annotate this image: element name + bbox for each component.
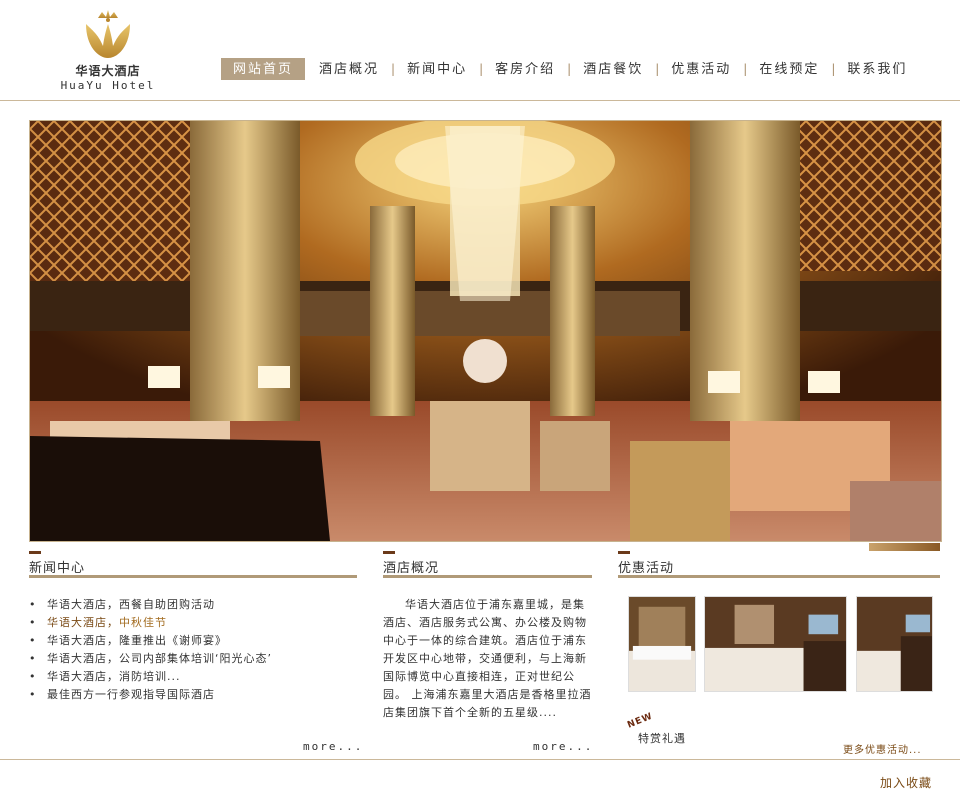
news-list: • 华语大酒店，西餐自助团购活动 • 华语大酒店，中秋佳节 • 华语大酒店，隆重推出《… (29, 596, 359, 704)
news-divider (29, 575, 357, 578)
promo-divider (618, 575, 940, 578)
news-item[interactable]: • 华语大酒店，中秋佳节 (29, 614, 359, 632)
new-badge: NEW (626, 711, 655, 731)
nav-contact[interactable]: 联系我们 (835, 58, 907, 80)
news-item[interactable]: • 华语大酒店，公司内部集体培训‘阳光心态’ (29, 650, 359, 668)
bullet-icon: • (29, 634, 37, 647)
about-divider (383, 575, 592, 578)
hero-lobby-photo (29, 120, 942, 542)
promo-more-link[interactable]: 更多优惠活动... (843, 741, 922, 756)
logo-name-en: HuaYu Hotel (60, 79, 156, 92)
room-photo[interactable] (856, 596, 933, 692)
promo-label[interactable]: 特赏礼遇 (638, 730, 686, 746)
lobby-illustration (30, 121, 941, 541)
about-section-title: 酒店概况 (383, 551, 439, 576)
about-more-link[interactable]: more... (533, 740, 593, 753)
nav-dining[interactable]: 酒店餐饮 (571, 58, 655, 80)
logo[interactable]: 华语大酒店 HuaYu Hotel (48, 8, 168, 92)
news-item[interactable]: • 华语大酒店，隆重推出《谢师宴》 (29, 632, 359, 650)
room-photo[interactable] (704, 596, 847, 692)
news-item[interactable]: • 最佳西方一行参观指导国际酒店 (29, 686, 359, 704)
nav-about[interactable]: 酒店概况 (307, 58, 391, 80)
bullet-icon: • (29, 652, 37, 665)
hero-slider-tab[interactable] (869, 543, 940, 551)
main-nav: 网站首页 酒店概况 | 新闻中心 | 客房介绍 | 酒店餐饮 | 优惠活动 | … (221, 58, 907, 80)
add-bookmark-link[interactable]: 加入收藏 (880, 774, 932, 791)
bullet-icon: • (29, 598, 37, 611)
bullet-icon: • (29, 616, 37, 629)
news-item[interactable]: • 华语大酒店，西餐自助团购活动 (29, 596, 359, 614)
footer-divider (0, 759, 960, 760)
nav-home[interactable]: 网站首页 (221, 58, 306, 80)
nav-rooms[interactable]: 客房介绍 (483, 58, 567, 80)
bullet-icon: • (29, 670, 37, 683)
site-header: 华语大酒店 HuaYu Hotel 网站首页 酒店概况 | 新闻中心 | 客房介… (0, 0, 960, 101)
tulip-logo-icon (86, 10, 130, 58)
news-section-title: 新闻中心 (29, 551, 85, 576)
nav-news[interactable]: 新闻中心 (395, 58, 479, 80)
bullet-icon: • (29, 688, 37, 701)
room-photo[interactable] (628, 596, 696, 692)
news-item[interactable]: • 华语大酒店，消防培训... (29, 668, 359, 686)
about-text: 华语大酒店位于浦东嘉里城，是集酒店、酒店服务式公寓、办公楼及购物中心于一体的综合… (383, 598, 592, 719)
logo-name-cn: 华语大酒店 (75, 64, 141, 78)
promo-gallery (628, 596, 933, 692)
nav-promotions[interactable]: 优惠活动 (659, 58, 743, 80)
promo-section-title: 优惠活动 (618, 551, 674, 576)
nav-booking[interactable]: 在线预定 (747, 58, 831, 80)
news-more-link[interactable]: more... (303, 740, 363, 753)
